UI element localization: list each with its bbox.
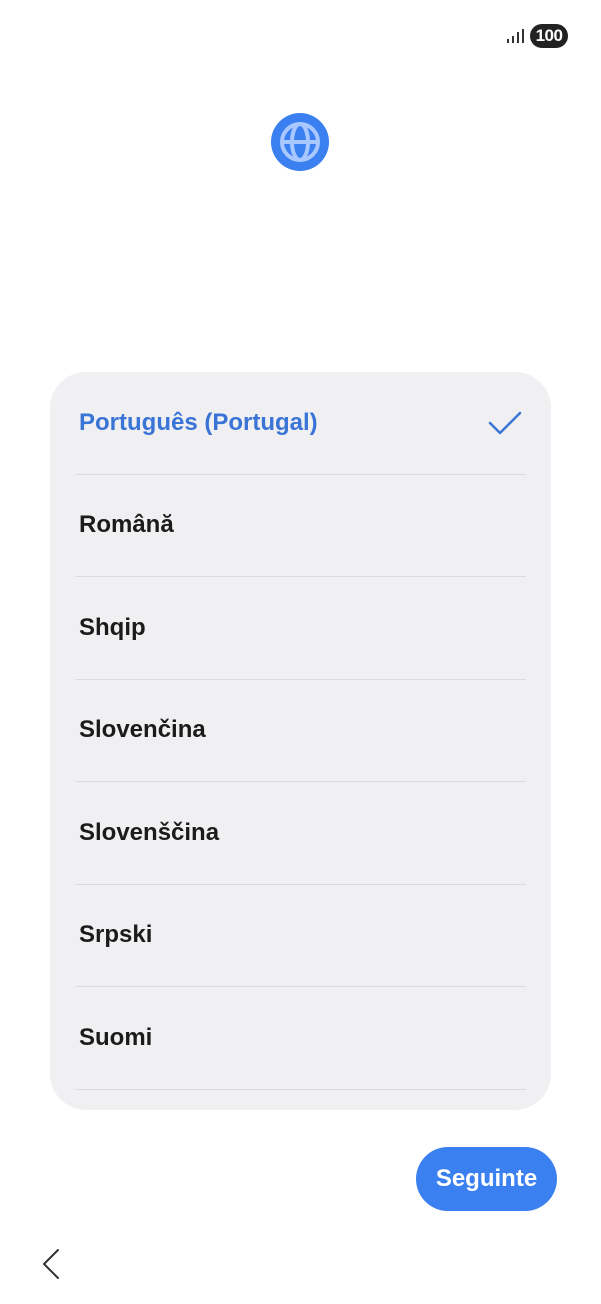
- language-list-card: Português (Portugal) Română Shqip Sloven…: [50, 372, 551, 1110]
- language-label: Português (Portugal): [79, 408, 318, 436]
- language-list: Português (Portugal) Română Shqip Sloven…: [50, 372, 551, 1090]
- language-label: Slovenčina: [79, 716, 206, 744]
- language-label: Shqip: [79, 613, 146, 641]
- next-button[interactable]: Seguinte: [416, 1147, 557, 1211]
- language-item-portugues-portugal[interactable]: Português (Portugal): [75, 372, 526, 475]
- signal-bars-icon: [507, 29, 524, 43]
- language-label: Română: [79, 511, 174, 539]
- language-label: Srpski: [79, 921, 153, 949]
- language-item-srpski[interactable]: Srpski: [75, 885, 526, 987]
- language-label: Suomi: [79, 1023, 153, 1051]
- language-item-suomi[interactable]: Suomi: [75, 987, 526, 1090]
- language-item-shqip[interactable]: Shqip: [75, 577, 526, 680]
- language-item-slovenscina[interactable]: Slovenščina: [75, 782, 526, 885]
- language-item-romana[interactable]: Română: [75, 475, 526, 577]
- status-bar: 100: [507, 22, 568, 50]
- chevron-left-icon[interactable]: [36, 1246, 66, 1282]
- battery-indicator: 100: [530, 24, 568, 48]
- language-item-slovencina[interactable]: Slovenčina: [75, 680, 526, 782]
- globe-icon: [271, 113, 329, 171]
- checkmark-icon: [488, 411, 522, 434]
- language-label: Slovenščina: [79, 818, 220, 846]
